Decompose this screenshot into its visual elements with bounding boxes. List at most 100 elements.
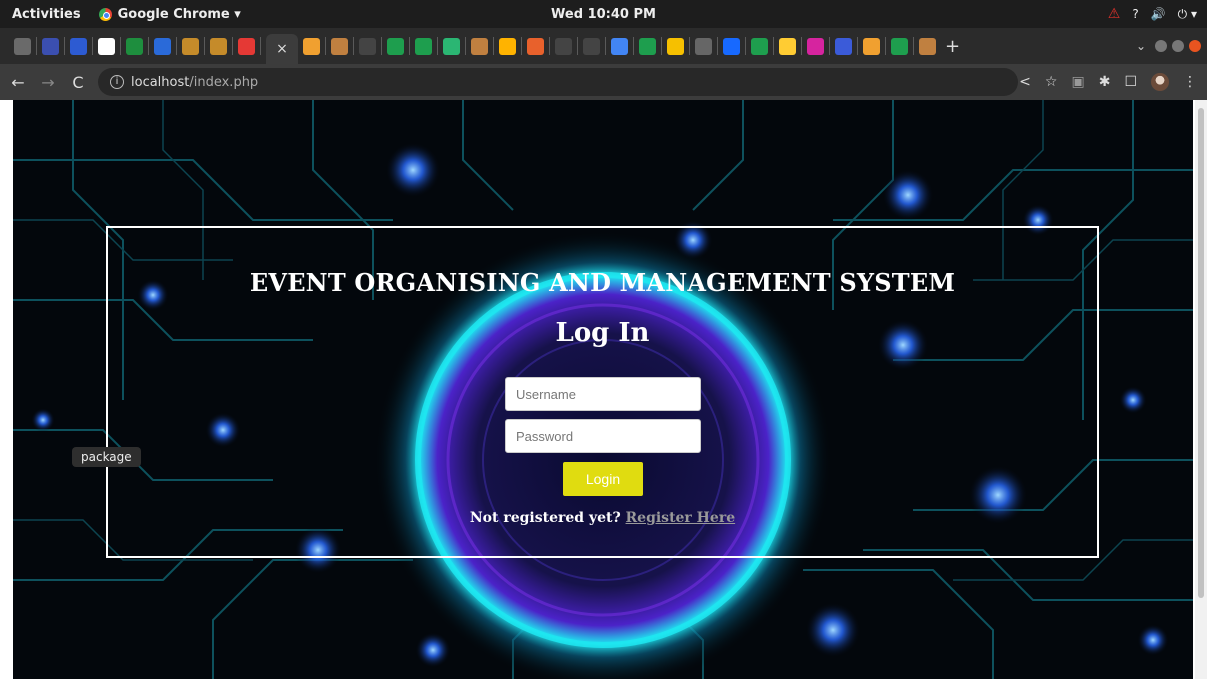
system-tray[interactable]: ⚠ ? 🔊 ⏻ ▾ bbox=[1108, 0, 1197, 28]
scrollbar-thumb[interactable] bbox=[1198, 108, 1204, 598]
site-info-icon[interactable]: i bbox=[110, 75, 124, 89]
address-bar[interactable]: i localhost/index.php bbox=[98, 68, 1018, 96]
extensions-puzzle-icon[interactable]: ✱ bbox=[1099, 74, 1111, 90]
close-window-button[interactable] bbox=[1189, 40, 1201, 52]
tab-favicon-icon[interactable] bbox=[555, 37, 572, 55]
tab-favicon-icon[interactable] bbox=[919, 37, 936, 55]
tab-favicon-icon[interactable] bbox=[238, 37, 255, 55]
tab-separator bbox=[773, 37, 774, 55]
tab-separator bbox=[745, 37, 746, 55]
tab-separator bbox=[176, 37, 177, 55]
tab-favicon-icon[interactable] bbox=[723, 37, 740, 55]
tab-favicon-icon[interactable] bbox=[331, 37, 348, 55]
tab-separator bbox=[605, 37, 606, 55]
active-tab-close-button[interactable]: × bbox=[266, 34, 298, 64]
tab-favicon-icon[interactable] bbox=[695, 37, 712, 55]
tab-separator bbox=[120, 37, 121, 55]
tab-separator bbox=[409, 37, 410, 55]
tab-separator bbox=[325, 37, 326, 55]
app-menu-label: Google Chrome ▾ bbox=[117, 6, 241, 22]
tab-favicon-icon[interactable] bbox=[499, 37, 516, 55]
tab-favicon-icon[interactable] bbox=[835, 37, 852, 55]
tab-favicon-icon[interactable] bbox=[779, 37, 796, 55]
tab-favicon-icon[interactable] bbox=[126, 37, 143, 55]
tab-favicon-icon[interactable] bbox=[639, 37, 656, 55]
tab-favicon-icon[interactable] bbox=[891, 37, 908, 55]
tab-separator bbox=[381, 37, 382, 55]
warning-icon[interactable]: ⚠ bbox=[1108, 6, 1121, 22]
tab-favicon-icon[interactable] bbox=[210, 37, 227, 55]
side-panel-icon[interactable]: ☐ bbox=[1124, 74, 1137, 90]
chrome-menu-icon[interactable]: ⋮ bbox=[1183, 74, 1197, 90]
tab-search-chevron-icon[interactable]: ⌄ bbox=[1136, 39, 1146, 53]
page-scrollbar[interactable] bbox=[1195, 100, 1207, 679]
not-registered-text: Not registered yet? bbox=[469, 510, 621, 526]
app-menu[interactable]: Google Chrome ▾ bbox=[98, 6, 241, 22]
tab-favicon-icon[interactable] bbox=[70, 37, 87, 55]
minimize-button[interactable] bbox=[1155, 40, 1167, 52]
tab-favicon-icon[interactable] bbox=[667, 37, 684, 55]
tab-strip: × + ⌄ bbox=[0, 28, 1207, 64]
tab-separator bbox=[633, 37, 634, 55]
tab-separator bbox=[801, 37, 802, 55]
browser-toolbar: ← → C i localhost/index.php < ☆ ▣ ✱ ☐ ⋮ bbox=[0, 64, 1207, 100]
tab-favicon-icon[interactable] bbox=[387, 37, 404, 55]
tab-favicon-icon[interactable] bbox=[471, 37, 488, 55]
maximize-button[interactable] bbox=[1172, 40, 1184, 52]
help-icon[interactable]: ? bbox=[1132, 7, 1138, 21]
tab-favicon-icon[interactable] bbox=[583, 37, 600, 55]
tab-strip-controls: ⌄ bbox=[1136, 28, 1201, 64]
tab-separator bbox=[36, 37, 37, 55]
tab-separator bbox=[232, 37, 233, 55]
login-panel: EVENT ORGANISING AND MANAGEMENT SYSTEM L… bbox=[106, 226, 1099, 558]
new-tab-button[interactable]: + bbox=[945, 36, 960, 57]
tab-separator bbox=[857, 37, 858, 55]
tab-favicon-icon[interactable] bbox=[611, 37, 628, 55]
tab-separator bbox=[92, 37, 93, 55]
tab-separator bbox=[661, 37, 662, 55]
tab-favicon-icon[interactable] bbox=[443, 37, 460, 55]
power-menu-icon[interactable]: ⏻ ▾ bbox=[1178, 7, 1197, 22]
tab-favicon-icon[interactable] bbox=[154, 37, 171, 55]
forward-arrow-icon[interactable]: → bbox=[36, 73, 60, 92]
reload-icon[interactable]: C bbox=[66, 73, 90, 92]
register-link[interactable]: Register Here bbox=[626, 510, 736, 526]
tab-favicon-icon[interactable] bbox=[14, 37, 31, 55]
login-heading: Log In bbox=[555, 318, 650, 348]
tab-favicon-icon[interactable] bbox=[751, 37, 768, 55]
bookmark-star-icon[interactable]: ☆ bbox=[1045, 74, 1058, 90]
tab-favicon-icon[interactable] bbox=[303, 37, 320, 55]
tab-favicon-icon[interactable] bbox=[98, 37, 115, 55]
system-title: EVENT ORGANISING AND MANAGEMENT SYSTEM bbox=[249, 268, 956, 297]
tab-favicon-icon[interactable] bbox=[182, 37, 199, 55]
tab-favicon-icon[interactable] bbox=[42, 37, 59, 55]
tab-separator bbox=[913, 37, 914, 55]
register-prompt: Not registered yet? Register Here bbox=[108, 510, 1097, 526]
tab-separator bbox=[493, 37, 494, 55]
tab-separator bbox=[717, 37, 718, 55]
profile-avatar[interactable] bbox=[1151, 73, 1169, 91]
toolbar-actions: < ☆ ▣ ✱ ☐ ⋮ bbox=[1019, 64, 1197, 100]
login-button[interactable]: Login bbox=[563, 462, 643, 496]
tab-separator bbox=[577, 37, 578, 55]
tooltip: package bbox=[72, 447, 141, 467]
extension-icon[interactable]: ▣ bbox=[1071, 74, 1084, 90]
tab-separator bbox=[885, 37, 886, 55]
tab-favicon-icon[interactable] bbox=[807, 37, 824, 55]
tab-favicon-icon[interactable] bbox=[863, 37, 880, 55]
tab-favicon-icon[interactable] bbox=[359, 37, 376, 55]
activities-button[interactable]: Activities bbox=[12, 7, 81, 22]
url-host: localhost bbox=[131, 74, 190, 90]
tab-favicon-icon[interactable] bbox=[527, 37, 544, 55]
password-input[interactable] bbox=[505, 419, 701, 453]
back-arrow-icon[interactable]: ← bbox=[6, 73, 30, 92]
tab-separator bbox=[437, 37, 438, 55]
tab-separator bbox=[260, 37, 261, 55]
volume-icon[interactable]: 🔊 bbox=[1151, 7, 1166, 21]
tab-separator bbox=[829, 37, 830, 55]
tab-separator bbox=[689, 37, 690, 55]
share-icon[interactable]: < bbox=[1019, 74, 1031, 90]
username-input[interactable] bbox=[505, 377, 701, 411]
tab-separator bbox=[64, 37, 65, 55]
tab-favicon-icon[interactable] bbox=[415, 37, 432, 55]
